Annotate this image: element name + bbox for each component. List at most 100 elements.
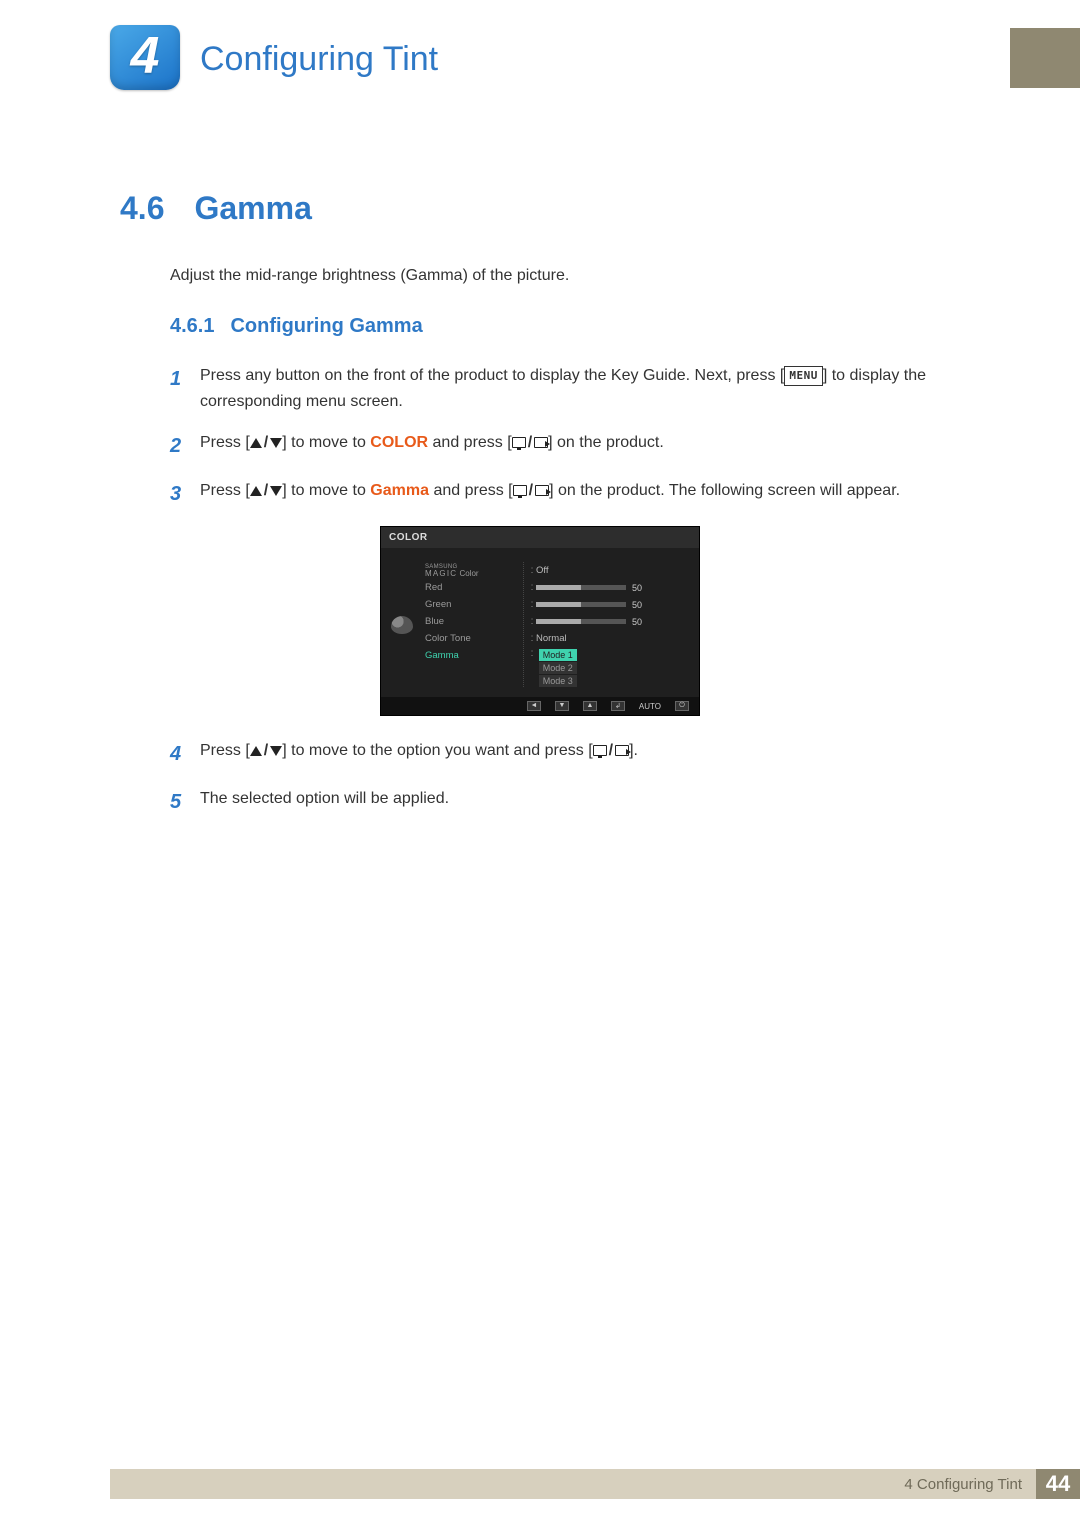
step-text: Press [ / ] to move to Gamma and press [ /]…	[200, 478, 960, 510]
step-text: The selected option will be applied.	[200, 786, 960, 818]
steps-list-cont: 4 Press [/] to move to the option you wa…	[170, 738, 960, 818]
step-text: Press any button on the front of the pro…	[200, 363, 960, 414]
chapter-number: 4	[131, 26, 160, 86]
monitor-icon	[512, 437, 526, 448]
separator: /	[526, 434, 534, 451]
step: 2 Press [/] to move to COLOR and press […	[170, 430, 960, 462]
subsection-number: 4.6.1	[170, 315, 214, 337]
up-arrow-icon	[250, 746, 262, 756]
separator: /	[262, 434, 270, 451]
osd-nav-icon: ↲	[611, 701, 625, 711]
text: MAGIC	[425, 569, 457, 578]
osd-nav-icon: ▲	[583, 701, 597, 711]
osd-value-row: :50	[528, 579, 691, 596]
osd-item-red: Red	[425, 579, 513, 596]
osd-dropdown: : Mode 1 Mode 2 Mode 3	[528, 648, 691, 687]
text: Press [	[200, 742, 250, 759]
osd-item-blue: Blue	[425, 613, 513, 630]
osd-value: 50	[632, 600, 642, 610]
osd-item-green: Green	[425, 596, 513, 613]
up-arrow-icon	[250, 438, 262, 448]
osd-screenshot: COLOR SAMSUNG MAGIC Color Red Green Blue…	[380, 526, 700, 716]
monitor-icon	[593, 745, 607, 756]
separator: /	[607, 742, 615, 759]
step-text: Press [/] to move to the option you want…	[200, 738, 960, 770]
text: ] to move to	[282, 482, 370, 499]
text: Color	[457, 569, 478, 578]
osd-power-icon: ⏻	[675, 701, 689, 711]
osd-nav-icon: ◄	[527, 701, 541, 711]
text: Press any button on the front of the pro…	[200, 367, 784, 384]
step-number: 5	[170, 786, 200, 818]
slider-bar	[536, 619, 626, 624]
menu-button-icon: MENU	[784, 366, 823, 386]
down-arrow-icon	[270, 438, 282, 448]
step-number: 4	[170, 738, 200, 770]
osd-item-magic: SAMSUNG MAGIC Color	[425, 562, 513, 579]
down-arrow-icon	[270, 746, 282, 756]
osd-icon-column	[389, 562, 415, 687]
step-text: Press [/] to move to COLOR and press [/]…	[200, 430, 960, 462]
step: 5 The selected option will be applied.	[170, 786, 960, 818]
page-footer: 4 Configuring Tint 44	[0, 1469, 1080, 1499]
separator: /	[262, 482, 270, 499]
text: Press [	[200, 482, 250, 499]
text: and press [	[428, 434, 512, 451]
osd-label: SAMSUNG MAGIC Color	[425, 564, 513, 578]
highlight-color: COLOR	[370, 434, 428, 451]
subsection-title: Configuring Gamma	[230, 315, 422, 337]
osd-values: :Off :50 :50 :50 :Normal : Mode 1 Mode 2…	[523, 562, 691, 687]
slider-bar	[536, 585, 626, 590]
section-heading: 4.6 Gamma	[120, 190, 960, 227]
osd-value-row: :50	[528, 613, 691, 630]
slider-bar	[536, 602, 626, 607]
osd-label: Green	[425, 599, 513, 610]
osd-label: Red	[425, 582, 513, 593]
step: 1 Press any button on the front of the p…	[170, 363, 960, 414]
separator: /	[262, 742, 270, 759]
page-header: 4 Configuring Tint	[0, 0, 1080, 110]
osd-body: SAMSUNG MAGIC Color Red Green Blue Color…	[381, 548, 699, 697]
footer-text: 4 Configuring Tint	[904, 1476, 1022, 1493]
osd-label: Color Tone	[425, 633, 513, 644]
osd-value: 50	[632, 583, 642, 593]
osd-footer: ◄ ▼ ▲ ↲ AUTO ⏻	[381, 697, 699, 715]
osd-option: Mode 2	[539, 662, 577, 674]
chapter-title: Configuring Tint	[200, 40, 438, 79]
page-number: 44	[1036, 1469, 1080, 1499]
osd-title: COLOR	[381, 527, 699, 548]
osd-menu: SAMSUNG MAGIC Color Red Green Blue Color…	[425, 562, 513, 687]
osd-item-gamma: Gamma	[425, 647, 513, 664]
section-number: 4.6	[120, 190, 164, 226]
osd-nav-icon: ▼	[555, 701, 569, 711]
osd-value-row: :50	[528, 596, 691, 613]
palette-icon	[391, 616, 413, 634]
text: ] on the product. The following screen w…	[549, 482, 900, 499]
osd-label: Gamma	[425, 650, 513, 661]
osd-value: Off	[536, 565, 549, 576]
step-number: 2	[170, 430, 200, 462]
up-arrow-icon	[250, 486, 262, 496]
step: 4 Press [/] to move to the option you wa…	[170, 738, 960, 770]
section-body: 4.6 Gamma Adjust the mid-range brightness…	[120, 190, 960, 818]
enter-icon	[615, 745, 629, 756]
osd-value-row: :Off	[528, 562, 691, 579]
text: Press [	[200, 434, 250, 451]
section-title: Gamma	[194, 190, 311, 226]
step: 3 Press [ / ] to move to Gamma and press […	[170, 478, 960, 510]
osd-auto: AUTO	[639, 702, 661, 711]
monitor-icon	[513, 485, 527, 496]
step-number: 1	[170, 363, 200, 414]
osd-label: Blue	[425, 616, 513, 627]
step-number: 3	[170, 478, 200, 510]
enter-icon	[534, 437, 548, 448]
highlight-gamma: Gamma	[370, 482, 429, 499]
separator: /	[527, 482, 535, 499]
enter-icon	[535, 485, 549, 496]
section-intro: Adjust the mid-range brightness (Gamma) …	[170, 267, 960, 285]
osd-value: Normal	[536, 633, 567, 644]
text: and press [	[429, 482, 513, 499]
osd-value: 50	[632, 617, 642, 627]
osd-value-row: :Normal	[528, 630, 691, 647]
chapter-tab: 4	[110, 25, 180, 90]
